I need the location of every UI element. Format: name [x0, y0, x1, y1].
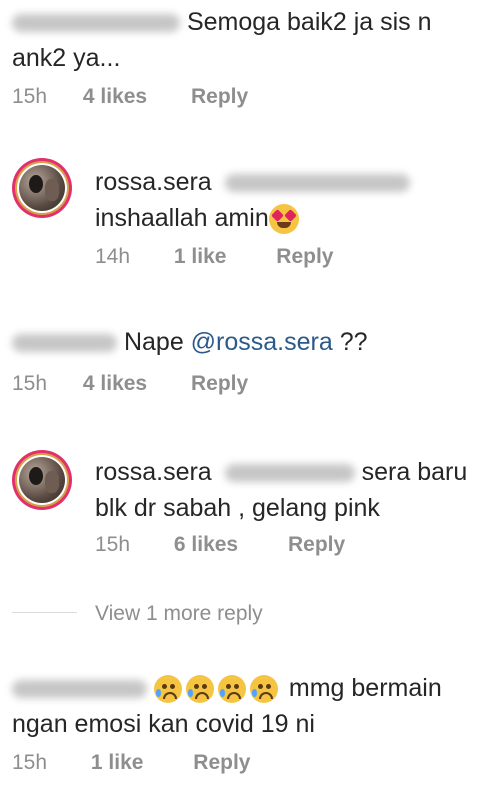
comment-text: ank2 ya...	[12, 44, 121, 72]
comment-2-line1: rossa.sera	[95, 164, 410, 200]
comment-text: Nape	[123, 328, 184, 356]
comment-text: ??	[339, 328, 368, 356]
comment-6-line2: ngan emosi kan covid 19 ni	[12, 706, 442, 742]
timestamp: 15h	[12, 85, 48, 108]
crying-face-icon	[249, 675, 278, 704]
comment-1-meta: 15h 4 likes Reply	[12, 85, 248, 109]
reply-button[interactable]: Reply	[288, 533, 345, 556]
avatar[interactable]	[12, 450, 72, 510]
comment-2-meta: 14h 1 like Reply	[95, 245, 333, 269]
timestamp: 14h	[95, 245, 131, 268]
comment-text: sera baru	[361, 458, 468, 486]
timestamp: 15h	[12, 751, 48, 774]
comment-text: inshaallah amin	[95, 204, 269, 232]
comment-4-line2: blk dr sabah , gelang pink	[95, 490, 467, 526]
reply-button[interactable]: Reply	[191, 372, 248, 395]
username-link[interactable]: rossa.sera	[95, 168, 212, 196]
reply-button[interactable]: Reply	[193, 751, 250, 774]
comment-6-meta: 15h 1 like Reply	[12, 751, 250, 775]
comment-text: blk dr sabah , gelang pink	[95, 494, 380, 522]
comment-1: Semoga baik2 ja sis n ank2 ya...	[12, 4, 432, 76]
comment-3-meta: 15h 4 likes Reply	[12, 372, 248, 396]
avatar[interactable]	[12, 158, 72, 218]
likes-count[interactable]: 1 like	[91, 751, 144, 774]
blurred-mention	[224, 464, 355, 483]
timestamp: 15h	[95, 533, 131, 556]
comment-4-meta: 15h 6 likes Reply	[95, 533, 345, 557]
comment-2-line2: inshaallah amin	[95, 200, 410, 236]
blurred-username	[12, 680, 147, 699]
comment-6: mmg bermain ngan emosi kan covid 19 ni	[12, 670, 442, 742]
view-more-replies[interactable]: View 1 more reply	[95, 602, 263, 626]
likes-count[interactable]: 6 likes	[174, 533, 238, 556]
comment-1-text-line1: Semoga baik2 ja sis n	[12, 4, 432, 40]
crying-face-icon	[217, 675, 246, 704]
blurred-username	[12, 14, 180, 33]
reply-button[interactable]: Reply	[191, 85, 248, 108]
comment-2: rossa.sera inshaallah amin	[95, 164, 410, 236]
comment-text: mmg bermain	[288, 674, 442, 702]
likes-count[interactable]: 4 likes	[83, 372, 147, 395]
mention-link[interactable]: @rossa.sera	[191, 328, 333, 356]
timestamp: 15h	[12, 372, 48, 395]
comment-6-line1: mmg bermain	[12, 670, 442, 706]
comment-text: ngan emosi kan covid 19 ni	[12, 710, 315, 738]
comment-1-text-line2: ank2 ya...	[12, 40, 432, 76]
blurred-username	[12, 334, 117, 353]
comment-4: rossa.sera sera baru blk dr sabah , gela…	[95, 454, 467, 526]
smiling-face-with-heart-eyes-icon	[268, 204, 299, 235]
comment-4-line1: rossa.sera sera baru	[95, 454, 467, 490]
comment-text: Semoga baik2 ja sis n	[186, 8, 432, 36]
likes-count[interactable]: 1 like	[174, 245, 227, 268]
reply-button[interactable]: Reply	[276, 245, 333, 268]
comment-3: Nape @rossa.sera ??	[12, 324, 368, 360]
username-link[interactable]: rossa.sera	[95, 458, 212, 486]
divider	[12, 612, 77, 613]
crying-face-icon	[185, 675, 214, 704]
view-more-label[interactable]: View 1 more reply	[95, 602, 263, 625]
likes-count[interactable]: 4 likes	[83, 85, 147, 108]
crying-face-icon	[153, 675, 182, 704]
blurred-mention	[224, 174, 410, 193]
